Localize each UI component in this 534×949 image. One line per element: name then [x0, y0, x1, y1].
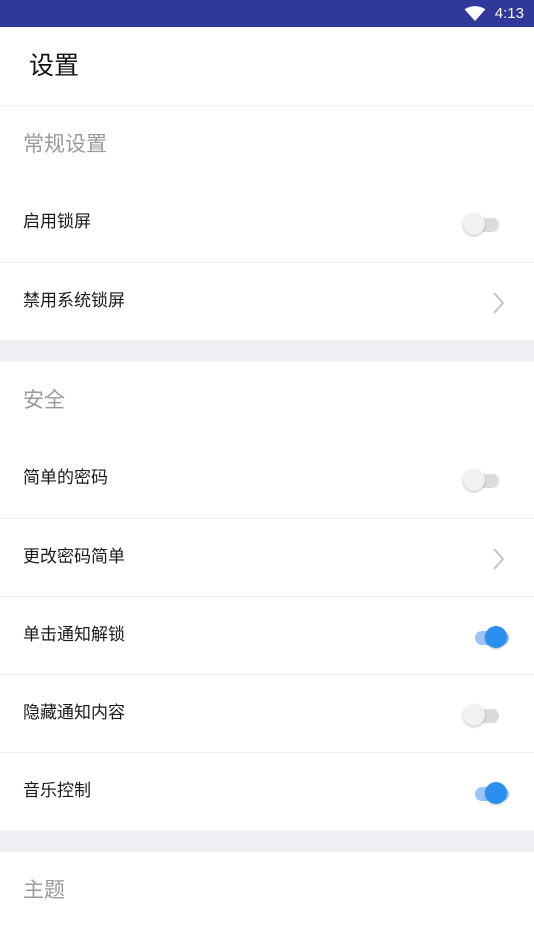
- app-bar: 设置: [0, 27, 534, 106]
- setting-label: 禁用系统锁屏: [23, 291, 125, 311]
- music-control-switch[interactable]: [473, 780, 509, 804]
- status-time: 4:13: [494, 5, 524, 22]
- page-title: 设置: [29, 51, 80, 80]
- section-header-theme: 主题: [0, 852, 534, 930]
- section-divider: [0, 830, 534, 852]
- switch-thumb: [463, 704, 485, 726]
- setting-hide-notification-content[interactable]: 隐藏通知内容: [0, 674, 534, 752]
- chevron-right-icon: [493, 548, 505, 570]
- switch-thumb: [485, 782, 507, 804]
- setting-label: 隐藏通知内容: [23, 703, 125, 723]
- setting-label: 简单的密码: [23, 468, 108, 488]
- simple-password-switch[interactable]: [463, 467, 499, 491]
- section-header-label: 常规设置: [23, 132, 107, 156]
- setting-tap-notification-unlock[interactable]: 单击通知解锁: [0, 596, 534, 674]
- section-header-label: 安全: [23, 388, 65, 412]
- chevron-right-icon: [493, 292, 505, 314]
- setting-label: 更改密码简单: [23, 547, 125, 567]
- setting-label: 启用锁屏: [23, 212, 91, 232]
- setting-music-control[interactable]: 音乐控制: [0, 752, 534, 830]
- enable-lockscreen-switch[interactable]: [463, 211, 499, 235]
- status-bar: 4:13: [0, 0, 534, 27]
- section-header-general: 常规设置: [0, 106, 534, 184]
- setting-label: 单击通知解锁: [23, 625, 125, 645]
- switch-thumb: [463, 469, 485, 491]
- setting-disable-system-lockscreen[interactable]: 禁用系统锁屏: [0, 262, 534, 340]
- switch-thumb: [463, 213, 485, 235]
- section-divider: [0, 340, 534, 362]
- tap-notification-unlock-switch[interactable]: [473, 624, 509, 648]
- switch-thumb: [485, 626, 507, 648]
- setting-enable-lockscreen[interactable]: 启用锁屏: [0, 184, 534, 262]
- section-header-label: 主题: [23, 878, 65, 902]
- setting-simple-password[interactable]: 简单的密码: [0, 440, 534, 518]
- wifi-icon: [464, 6, 486, 21]
- section-header-security: 安全: [0, 362, 534, 440]
- settings-list: 常规设置 启用锁屏 禁用系统锁屏 安全 简单的密码 更改密码简单 单击通知解锁: [0, 106, 534, 930]
- hide-notification-content-switch[interactable]: [463, 702, 499, 726]
- setting-change-simple-password[interactable]: 更改密码简单: [0, 518, 534, 596]
- setting-label: 音乐控制: [23, 781, 91, 801]
